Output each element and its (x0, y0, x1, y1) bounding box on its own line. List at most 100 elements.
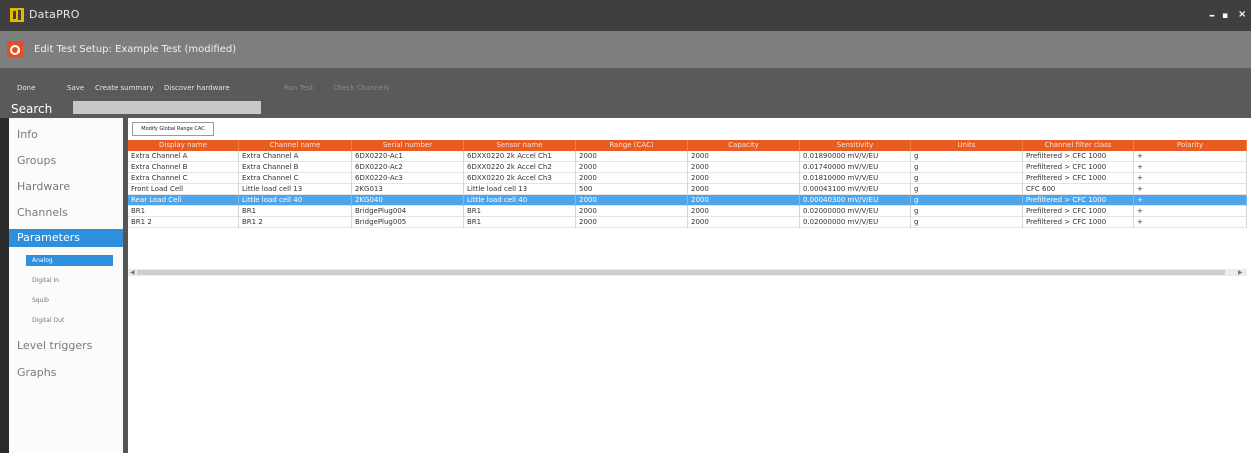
table-cell[interactable]: 2000 (688, 217, 800, 228)
table-cell[interactable]: 0.00043100 mV/V/EU (800, 184, 911, 195)
table-cell[interactable]: g (911, 217, 1023, 228)
table-row[interactable]: Extra Channel C Extra Channel C 6DX0220-… (128, 173, 1247, 184)
table-cell[interactable]: BR1 (464, 217, 576, 228)
table-cell[interactable]: 2000 (576, 162, 688, 173)
table-cell[interactable]: + (1134, 173, 1247, 184)
column-header[interactable]: Channel filter class (1023, 140, 1134, 151)
table-cell[interactable]: g (911, 173, 1023, 184)
column-header[interactable]: Display name (128, 140, 239, 151)
table-cell[interactable]: + (1134, 162, 1247, 173)
table-cell[interactable]: g (911, 206, 1023, 217)
sidebar-item-hardware[interactable]: Hardware (9, 178, 123, 196)
table-cell[interactable]: 2000 (688, 195, 800, 206)
sidebar-item-channels[interactable]: Channels (9, 204, 123, 222)
table-cell[interactable]: 2000 (688, 151, 800, 162)
table-cell[interactable]: + (1134, 151, 1247, 162)
table-cell[interactable]: 2KG013 (352, 184, 464, 195)
column-header[interactable]: Polarity (1134, 140, 1247, 151)
table-cell[interactable]: BR1 (239, 206, 352, 217)
table-cell[interactable]: Little load cell 40 (239, 195, 352, 206)
table-cell[interactable]: BR1 (464, 206, 576, 217)
scroll-right-icon[interactable]: ▶ (1238, 269, 1243, 276)
sidebar-item-level-triggers[interactable]: Level triggers (9, 337, 123, 355)
column-header[interactable]: Capacity (688, 140, 800, 151)
table-cell[interactable]: Extra Channel B (128, 162, 239, 173)
table-cell[interactable]: Extra Channel A (128, 151, 239, 162)
table-cell[interactable]: 0.02000000 mV/V/EU (800, 217, 911, 228)
search-input[interactable] (73, 101, 261, 114)
table-cell[interactable]: BR1 2 (239, 217, 352, 228)
table-cell[interactable]: 0.00040300 mV/V/EU (800, 195, 911, 206)
table-cell[interactable]: 2000 (688, 184, 800, 195)
sidebar-item-graphs[interactable]: Graphs (9, 364, 123, 382)
table-cell[interactable]: 2000 (688, 173, 800, 184)
table-cell[interactable]: Extra Channel B (239, 162, 352, 173)
minimize-button[interactable]: – (1209, 8, 1215, 22)
table-cell[interactable]: Extra Channel C (239, 173, 352, 184)
discover-hardware-button[interactable]: Discover hardware (164, 84, 230, 92)
table-row[interactable]: Front Load Cell Little load cell 13 2KG0… (128, 184, 1247, 195)
table-cell[interactable]: 0.01890000 mV/V/EU (800, 151, 911, 162)
sidebar-subitem-digital-in[interactable]: Digital In (26, 275, 113, 286)
table-cell[interactable]: 6DX0220-Ac3 (352, 173, 464, 184)
table-cell[interactable]: + (1134, 217, 1247, 228)
check-channels-button[interactable]: Check Channels (333, 84, 389, 92)
column-header[interactable]: Channel name (239, 140, 352, 151)
table-cell[interactable]: Little load cell 40 (464, 195, 576, 206)
table-cell[interactable]: 6DXX0220 2k Accel Ch1 (464, 151, 576, 162)
sidebar-subitem-analog[interactable]: Analog (26, 255, 113, 266)
modify-global-range-button[interactable]: Modify Global Range CAC (132, 122, 214, 136)
table-row[interactable]: BR1 2 BR1 2 BridgePlug005 BR1 2000 2000 … (128, 217, 1247, 228)
sidebar-subitem-digital-out[interactable]: Digital Out (26, 315, 113, 326)
horizontal-scrollbar[interactable]: ◀ ▶ (128, 269, 1247, 276)
table-cell[interactable]: 2000 (576, 151, 688, 162)
run-test-button[interactable]: Run Test (284, 84, 313, 92)
table-cell[interactable]: Prefiltered > CFC 1000 (1023, 162, 1134, 173)
table-cell[interactable]: 6DX0220-Ac1 (352, 151, 464, 162)
table-cell[interactable]: Prefiltered > CFC 1000 (1023, 217, 1134, 228)
column-header[interactable]: Units (911, 140, 1023, 151)
scroll-left-icon[interactable]: ◀ (130, 269, 135, 276)
table-cell[interactable]: 6DXX0220 2k Accel Ch3 (464, 173, 576, 184)
table-cell[interactable]: 0.01810000 mV/V/EU (800, 173, 911, 184)
table-cell[interactable]: BridgePlug005 (352, 217, 464, 228)
table-cell[interactable]: 0.02000000 mV/V/EU (800, 206, 911, 217)
table-cell[interactable]: 2000 (688, 162, 800, 173)
table-cell[interactable]: 2000 (576, 217, 688, 228)
table-cell[interactable]: 2KG040 (352, 195, 464, 206)
column-header[interactable]: Range (CAC) (576, 140, 688, 151)
column-header[interactable]: Sensitivity (800, 140, 911, 151)
table-cell[interactable]: BR1 2 (128, 217, 239, 228)
table-cell[interactable]: Prefiltered > CFC 1000 (1023, 151, 1134, 162)
save-button[interactable]: Save (67, 84, 84, 92)
table-cell[interactable]: 6DX0220-Ac2 (352, 162, 464, 173)
table-cell[interactable]: g (911, 151, 1023, 162)
close-button[interactable]: × (1238, 9, 1246, 20)
column-header[interactable]: Serial number (352, 140, 464, 151)
table-row-selected[interactable]: Rear Load Cell Little load cell 40 2KG04… (128, 195, 1247, 206)
table-cell[interactable]: 0.01740000 mV/V/EU (800, 162, 911, 173)
table-cell[interactable]: Prefiltered > CFC 1000 (1023, 206, 1134, 217)
table-cell[interactable]: BridgePlug004 (352, 206, 464, 217)
table-cell[interactable]: 6DXX0220 2k Accel Ch2 (464, 162, 576, 173)
table-cell[interactable]: BR1 (128, 206, 239, 217)
table-cell[interactable]: Prefiltered > CFC 1000 (1023, 195, 1134, 206)
maximize-button[interactable]: ▪ (1222, 11, 1228, 21)
sidebar-item-groups[interactable]: Groups (9, 152, 123, 170)
table-cell[interactable]: Extra Channel C (128, 173, 239, 184)
table-cell[interactable]: 2000 (576, 206, 688, 217)
create-summary-button[interactable]: Create summary (95, 84, 154, 92)
table-cell[interactable]: Prefiltered > CFC 1000 (1023, 173, 1134, 184)
table-cell[interactable]: CFC 600 (1023, 184, 1134, 195)
table-row[interactable]: BR1 BR1 BridgePlug004 BR1 2000 2000 0.02… (128, 206, 1247, 217)
done-button[interactable]: Done (17, 84, 35, 92)
table-cell[interactable]: + (1134, 206, 1247, 217)
column-header[interactable]: Sensor name (464, 140, 576, 151)
table-cell[interactable]: g (911, 162, 1023, 173)
table-cell[interactable]: g (911, 195, 1023, 206)
table-row[interactable]: Extra Channel B Extra Channel B 6DX0220-… (128, 162, 1247, 173)
table-cell[interactable]: Little load cell 13 (239, 184, 352, 195)
table-cell[interactable]: Rear Load Cell (128, 195, 239, 206)
table-cell[interactable]: + (1134, 195, 1247, 206)
table-cell[interactable]: 2000 (576, 173, 688, 184)
